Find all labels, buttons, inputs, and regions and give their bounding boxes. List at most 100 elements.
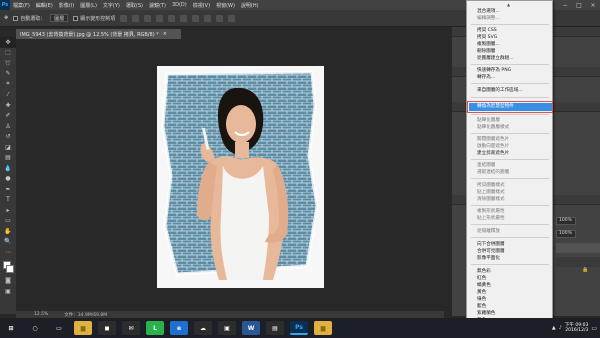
move-tool-icon[interactable]: ✥ <box>4 15 8 21</box>
store-icon[interactable]: ◼ <box>98 321 116 335</box>
zoom-level[interactable]: 12.5% <box>34 312 48 317</box>
onedrive-icon[interactable]: ☁ <box>194 321 212 335</box>
distribute-top-icon[interactable] <box>192 14 200 22</box>
tray-network-icon[interactable]: ▲ <box>552 325 556 331</box>
background-color-swatch[interactable] <box>6 264 14 273</box>
minimize-button[interactable]: − <box>558 0 572 10</box>
clone-stamp-tool-icon[interactable]: ♙ <box>0 121 16 132</box>
menu-file[interactable]: 檔案(F) <box>10 2 33 9</box>
quick-select-tool-icon[interactable]: ✎ <box>0 69 16 80</box>
close-window-button[interactable]: × <box>586 0 600 10</box>
blur-tool-icon[interactable]: 💧 <box>0 163 16 174</box>
distribute-bottom-icon[interactable] <box>216 14 224 22</box>
align-bottom-icon[interactable] <box>144 14 152 22</box>
crop-tool-icon[interactable]: ⌗ <box>0 79 16 90</box>
eyedropper-tool-icon[interactable]: ⁄ <box>0 90 16 101</box>
menu-item-copy-css[interactable]: 拷貝 CSS <box>477 28 497 33</box>
menu-help[interactable]: 說明(H) <box>238 2 262 9</box>
word-icon[interactable]: W <box>242 321 260 335</box>
healing-brush-tool-icon[interactable]: ✚ <box>0 100 16 111</box>
menu-item-color-violet[interactable]: 紫羅蘭色 <box>477 311 495 316</box>
menu-item-blending-options[interactable]: 混合選項... <box>477 9 500 14</box>
maximize-button[interactable]: □ <box>572 0 586 10</box>
menu-item-quick-export-png[interactable]: 快速轉存為 PNG <box>477 68 511 73</box>
menu-item-color-yellow[interactable]: 黃色 <box>477 290 486 295</box>
menu-edit[interactable]: 編輯(E) <box>33 2 56 9</box>
pen-tool-icon[interactable]: ✒ <box>0 184 16 195</box>
photo-icon[interactable]: ▣ <box>218 321 236 335</box>
menu-layer[interactable]: 圖層(L) <box>77 2 100 9</box>
menu-item-group-from-layers[interactable]: 從圖層建立群組... <box>477 56 514 61</box>
fill-field[interactable]: 100% <box>556 230 576 238</box>
type-tool-icon[interactable]: T <box>0 195 16 206</box>
document-canvas[interactable] <box>157 66 324 288</box>
windows-start-icon[interactable]: ⊞ <box>2 321 20 335</box>
eraser-tool-icon[interactable]: ◪ <box>0 142 16 153</box>
menu-view[interactable]: 檢視(V) <box>190 2 213 9</box>
edge-icon[interactable]: e <box>170 321 188 335</box>
move-tool-icon[interactable]: ✥ <box>0 37 16 48</box>
task-view-icon[interactable]: ▭ <box>50 321 68 335</box>
menu-select[interactable]: 選取(S) <box>123 2 146 9</box>
document-icon[interactable]: ▤ <box>266 321 284 335</box>
more-tools-icon[interactable]: ⋯ <box>0 247 16 258</box>
path-select-tool-icon[interactable]: ▸ <box>0 205 16 216</box>
menu-item-enable-vector-mask[interactable]: 啟動向量遮色片 <box>477 144 509 149</box>
align-left-icon[interactable] <box>156 14 164 22</box>
menu-item-select-linked-layers[interactable]: 選取連結的圖層 <box>477 170 509 175</box>
menu-window[interactable]: 視窗(W) <box>213 2 238 9</box>
hand-tool-icon[interactable]: ✋ <box>0 226 16 237</box>
menu-item-edit-adjustment[interactable]: 編輯調整... <box>477 16 500 21</box>
menu-item-color-red[interactable]: 紅色 <box>477 276 486 281</box>
volume-icon[interactable]: ♪ <box>559 325 562 331</box>
menu-filter[interactable]: 濾鏡(T) <box>146 2 169 9</box>
menu-item-disable-layer-mask[interactable]: 關閉圖層遮色片 <box>477 137 509 142</box>
menu-item-merge-down[interactable]: 向下合併圖層 <box>477 242 505 247</box>
menu-item-color-none[interactable]: 無色彩 <box>477 269 491 274</box>
menu-item-duplicate-layer[interactable]: 複製圖層... <box>477 42 500 47</box>
clock[interactable]: 下午 09:03 2016/12/3 <box>565 323 588 334</box>
menu-item-merge-visible[interactable]: 合併可見圖層 <box>477 249 505 254</box>
distribute-middle-icon[interactable] <box>204 14 212 22</box>
menu-item-rasterize-layer[interactable]: 點陣化圖層 <box>477 118 500 123</box>
menu-type[interactable]: 文字(Y) <box>100 2 123 9</box>
menu-3d[interactable]: 3D(D) <box>169 2 190 8</box>
menu-item-rasterize-layer-style[interactable]: 點陣化圖層樣式 <box>477 125 509 130</box>
distribute-left-icon[interactable] <box>228 14 236 22</box>
menu-item-release-from-isolation[interactable]: 從隔離釋放 <box>477 229 500 234</box>
menu-item-convert-smart-object[interactable]: 轉換為智慧型物件 <box>477 104 514 109</box>
close-tab-icon[interactable]: × <box>163 31 167 37</box>
folder-icon[interactable]: ▆ <box>314 321 332 335</box>
scroll-up-icon[interactable]: ▲ <box>507 2 510 7</box>
align-center-icon[interactable] <box>168 14 176 22</box>
menu-item-flatten-image[interactable]: 影像平面化 <box>477 256 500 261</box>
auto-select-checkbox[interactable] <box>13 15 19 21</box>
file-explorer-icon[interactable]: ▆ <box>74 321 92 335</box>
marquee-tool-icon[interactable]: ⬚ <box>0 48 16 59</box>
brush-tool-icon[interactable]: ✐ <box>0 111 16 122</box>
photoshop-icon[interactable]: Ps <box>290 321 308 335</box>
menu-item-delete-layer[interactable]: 刪除圖層 <box>477 49 495 54</box>
menu-item-export-as[interactable]: 轉存為... <box>477 75 495 80</box>
screen-mode-icon[interactable]: ▣ <box>0 286 16 297</box>
quick-mask-icon[interactable]: ◙ <box>0 276 16 287</box>
menu-item-paste-shape-attributes[interactable]: 貼上形狀屬性 <box>477 216 505 221</box>
menu-item-color-blue[interactable]: 藍色 <box>477 304 486 309</box>
align-middle-icon[interactable] <box>132 14 140 22</box>
lasso-tool-icon[interactable]: ➰ <box>0 58 16 69</box>
line-icon[interactable]: L <box>146 321 164 335</box>
menu-item-color-green[interactable]: 綠色 <box>477 297 486 302</box>
menu-item-color-orange[interactable]: 橘黃色 <box>477 283 491 288</box>
menu-item-copy-layer-style[interactable]: 拷貝圖層樣式 <box>477 183 505 188</box>
menu-item-link-layers[interactable]: 連結圖層 <box>477 163 495 168</box>
menu-item-artboard-from-layers[interactable]: 來自圖層的工作區域... <box>477 88 523 93</box>
layer-row[interactable] <box>556 257 600 267</box>
align-top-icon[interactable] <box>120 14 128 22</box>
shape-tool-icon[interactable]: ▭ <box>0 216 16 227</box>
auto-select-dropdown[interactable]: 圖層 <box>50 14 69 22</box>
layer-row-selected[interactable] <box>556 243 600 253</box>
menu-item-copy-shape-attributes[interactable]: 複製形狀屬性 <box>477 209 505 214</box>
menu-item-clear-layer-style[interactable]: 清除圖層樣式 <box>477 197 505 202</box>
notification-icon[interactable]: ▭ <box>591 325 597 332</box>
search-icon[interactable]: ○ <box>26 321 44 335</box>
